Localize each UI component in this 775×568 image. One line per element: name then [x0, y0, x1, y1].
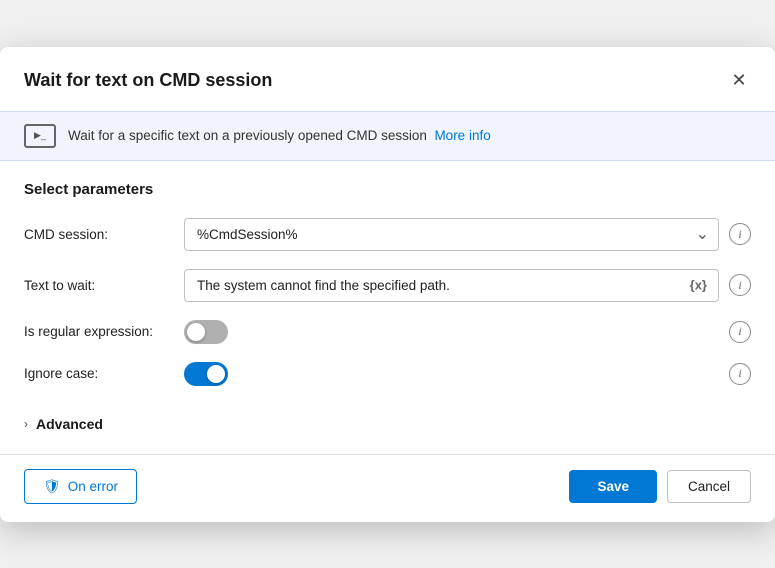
footer-right: Save Cancel [569, 470, 751, 503]
cmd-session-select-wrap: %CmdSession% ⌄ [184, 218, 719, 251]
cmd-session-row: CMD session: %CmdSession% ⌄ i [24, 218, 751, 251]
cmd-session-info-icon[interactable]: i [729, 223, 751, 245]
ignore-case-label: Ignore case: [24, 366, 184, 381]
cmd-icon [24, 124, 56, 148]
text-to-wait-input[interactable] [184, 269, 719, 302]
is-regex-row: Is regular expression: i [24, 320, 751, 344]
ignore-case-toggle[interactable] [184, 362, 228, 386]
ignore-case-info-icon[interactable]: i [729, 363, 751, 385]
footer: 🛡 On error Save Cancel [0, 455, 775, 522]
text-to-wait-info-icon[interactable]: i [729, 274, 751, 296]
is-regex-toggle[interactable] [184, 320, 228, 344]
cancel-button[interactable]: Cancel [667, 470, 751, 503]
advanced-section[interactable]: › Advanced [24, 404, 751, 436]
is-regex-info-icon[interactable]: i [729, 321, 751, 343]
text-to-wait-label: Text to wait: [24, 278, 184, 293]
ignore-case-control: i [184, 362, 751, 386]
shield-icon: 🛡 [43, 478, 61, 495]
dialog: Wait for text on CMD session ✕ Wait for … [0, 47, 775, 522]
title-bar: Wait for text on CMD session ✕ [0, 47, 775, 111]
banner-text: Wait for a specific text on a previously… [68, 128, 491, 143]
on-error-label: On error [68, 479, 118, 494]
is-regex-toggle-wrap [184, 320, 228, 344]
banner-description: Wait for a specific text on a previously… [68, 128, 427, 143]
save-button[interactable]: Save [569, 470, 657, 503]
is-regex-control: i [184, 320, 751, 344]
is-regex-track [184, 320, 228, 344]
is-regex-label: Is regular expression: [24, 324, 184, 339]
ignore-case-toggle-wrap [184, 362, 228, 386]
text-to-wait-input-wrap: {x} [184, 269, 719, 302]
ignore-case-track [184, 362, 228, 386]
cmd-session-control: %CmdSession% ⌄ i [184, 218, 751, 251]
info-banner: Wait for a specific text on a previously… [0, 111, 775, 161]
on-error-button[interactable]: 🛡 On error [24, 469, 137, 504]
cmd-session-label: CMD session: [24, 227, 184, 242]
close-button[interactable]: ✕ [723, 65, 755, 97]
advanced-label: Advanced [36, 416, 103, 432]
advanced-chevron-icon: › [24, 417, 28, 431]
is-regex-thumb [187, 323, 205, 341]
form-content: Select parameters CMD session: %CmdSessi… [0, 161, 775, 446]
text-to-wait-control: {x} i [184, 269, 751, 302]
cmd-session-select[interactable]: %CmdSession% [184, 218, 719, 251]
ignore-case-row: Ignore case: i [24, 362, 751, 386]
ignore-case-thumb [207, 365, 225, 383]
text-to-wait-row: Text to wait: {x} i [24, 269, 751, 302]
more-info-link[interactable]: More info [434, 128, 490, 143]
section-title: Select parameters [24, 181, 751, 198]
variable-button[interactable]: {x} [686, 276, 711, 295]
dialog-title: Wait for text on CMD session [24, 70, 272, 91]
